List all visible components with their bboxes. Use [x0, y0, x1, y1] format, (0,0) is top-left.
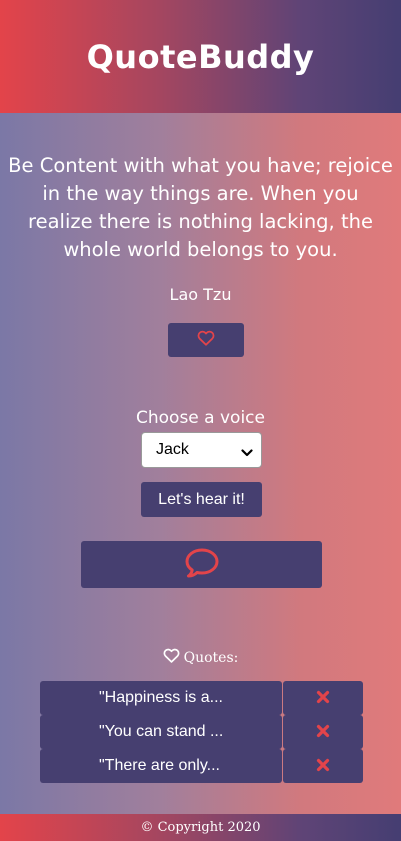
app-title: QuoteBuddy: [86, 37, 315, 76]
quote-text: Be Content with what you have; rejoice i…: [8, 154, 393, 261]
favorites-title-label: Quotes:: [183, 650, 239, 666]
favorite-quote-row: "Happiness is a...: [40, 681, 363, 715]
close-icon: [316, 723, 330, 742]
app-header: QuoteBuddy: [0, 0, 401, 113]
speech-bubble-icon: [184, 547, 220, 583]
close-icon: [316, 689, 330, 708]
voice-label: Choose a voice: [136, 408, 265, 428]
delete-favorite-button[interactable]: [283, 681, 363, 715]
heart-outline-icon: [163, 648, 180, 668]
favorite-quote-row: "You can stand ...: [40, 715, 363, 749]
voice-select-value: Jack: [156, 441, 189, 458]
favorite-quote-text[interactable]: "You can stand ...: [40, 715, 282, 749]
hear-it-button[interactable]: Let's hear it!: [141, 482, 262, 517]
chevron-down-icon: [241, 445, 253, 463]
close-icon: [316, 757, 330, 776]
favorite-quote-text[interactable]: "Happiness is a...: [40, 681, 282, 715]
heart-outline-icon: [197, 330, 215, 350]
footer: © Copyright 2020: [0, 814, 401, 841]
favorite-quote-row: "There are only...: [40, 749, 363, 783]
quote-author: Lao Tzu: [169, 285, 232, 304]
delete-favorite-button[interactable]: [283, 749, 363, 783]
like-button[interactable]: [168, 323, 244, 357]
favorites-title: Quotes:: [0, 648, 401, 668]
favorite-quote-text[interactable]: "There are only...: [40, 749, 282, 783]
copyright-text: © Copyright 2020: [140, 820, 261, 835]
delete-favorite-button[interactable]: [283, 715, 363, 749]
voice-select[interactable]: Jack: [141, 432, 262, 468]
speak-button[interactable]: [81, 541, 322, 588]
